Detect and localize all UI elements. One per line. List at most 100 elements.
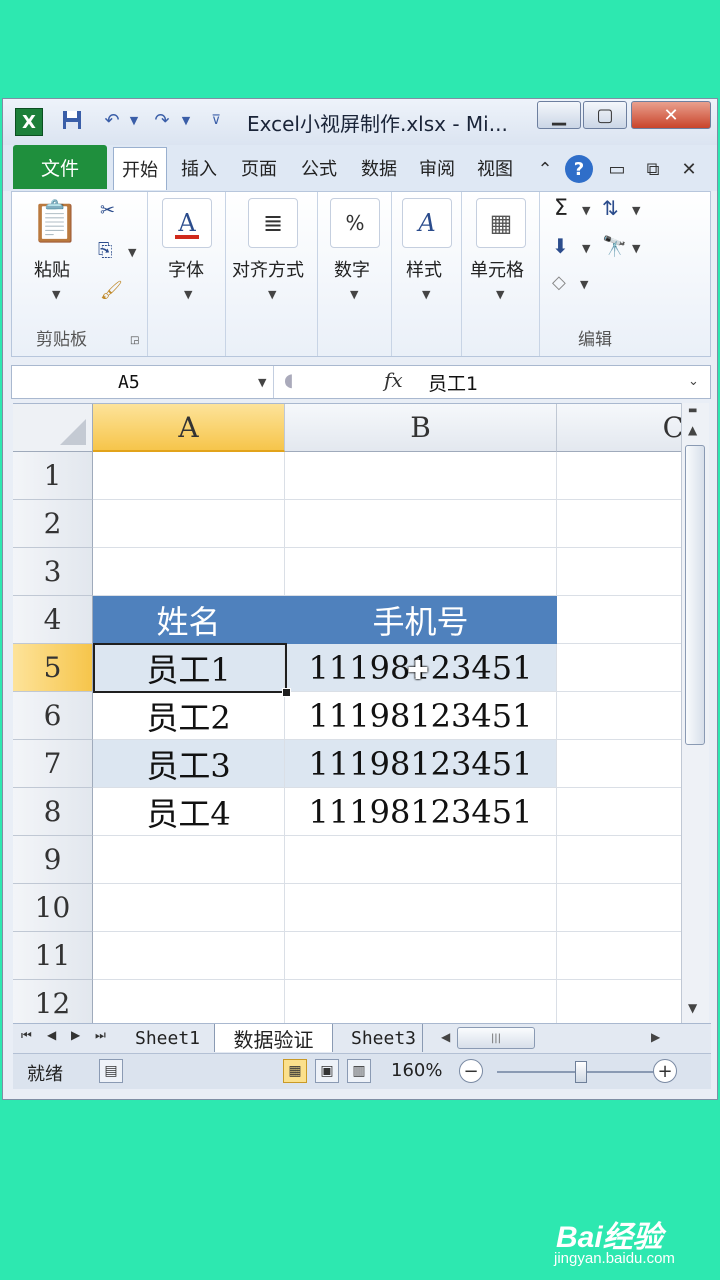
cell-a2[interactable] bbox=[93, 500, 285, 548]
fill-dropdown-icon[interactable]: ▼ bbox=[582, 242, 590, 255]
cell-a3[interactable] bbox=[93, 548, 285, 596]
horizontal-scrollbar[interactable]: ◀ ||| ▶ bbox=[441, 1027, 681, 1049]
cells-icon[interactable]: ▦ bbox=[476, 198, 526, 248]
find-dropdown-icon[interactable]: ▼ bbox=[632, 242, 640, 255]
cell-c12[interactable] bbox=[557, 980, 681, 1024]
macro-record-icon[interactable]: ▤ bbox=[99, 1059, 123, 1083]
page-break-view-button[interactable]: ▥ bbox=[347, 1059, 371, 1083]
copy-icon[interactable]: ⎘ bbox=[98, 240, 112, 261]
scroll-up-icon[interactable]: ▲ bbox=[688, 423, 697, 437]
clear-icon[interactable]: ◇ bbox=[552, 272, 566, 293]
next-sheet-icon[interactable]: ▶ bbox=[71, 1028, 80, 1042]
cell-b3[interactable] bbox=[285, 548, 557, 596]
font-icon[interactable]: A bbox=[162, 198, 212, 248]
cell-a1[interactable] bbox=[93, 452, 285, 500]
cell-c8[interactable] bbox=[557, 788, 681, 836]
cell-b4-header-phone[interactable]: 手机号 bbox=[285, 596, 557, 644]
cell-b12[interactable] bbox=[285, 980, 557, 1024]
cell-c2[interactable] bbox=[557, 500, 681, 548]
cells-dropdown-icon[interactable]: ▼ bbox=[496, 288, 504, 301]
format-painter-icon[interactable]: 🖌 bbox=[100, 280, 123, 301]
cell-c5[interactable] bbox=[557, 644, 681, 692]
font-dropdown-icon[interactable]: ▼ bbox=[184, 288, 192, 301]
cell-c9[interactable] bbox=[557, 836, 681, 884]
excel-app-icon[interactable]: X bbox=[15, 108, 43, 136]
copy-dropdown-icon[interactable]: ▼ bbox=[128, 246, 136, 259]
sort-filter-icon[interactable]: ⇅ bbox=[602, 196, 619, 220]
zoom-level[interactable]: 160% bbox=[391, 1060, 442, 1081]
first-sheet-icon[interactable]: ⏮ bbox=[21, 1028, 32, 1043]
cell-a12[interactable] bbox=[93, 980, 285, 1024]
find-select-icon[interactable]: 🔭 bbox=[602, 234, 627, 258]
clear-dropdown-icon[interactable]: ▼ bbox=[580, 278, 588, 291]
page-layout-view-button[interactable]: ▣ bbox=[315, 1059, 339, 1083]
autosum-dropdown-icon[interactable]: ▼ bbox=[582, 204, 590, 217]
tab-insert[interactable]: 插入 bbox=[173, 151, 225, 185]
cell-b10[interactable] bbox=[285, 884, 557, 932]
row-header-10[interactable]: 10 bbox=[13, 884, 93, 932]
insert-function-icon[interactable]: fx bbox=[384, 368, 403, 392]
paste-icon[interactable]: 📋 bbox=[30, 198, 80, 245]
close-button[interactable]: ✕ bbox=[631, 101, 711, 129]
alignment-label[interactable]: 对齐方式 bbox=[232, 256, 304, 282]
prev-sheet-icon[interactable]: ◀ bbox=[47, 1028, 56, 1042]
cell-a9[interactable] bbox=[93, 836, 285, 884]
row-header-7[interactable]: 7 bbox=[13, 740, 93, 788]
cut-icon[interactable]: ✂ bbox=[100, 200, 115, 221]
styles-label[interactable]: 样式 bbox=[406, 256, 442, 282]
split-box-icon[interactable]: ▬ bbox=[688, 405, 697, 416]
cell-c4[interactable] bbox=[557, 596, 681, 644]
save-icon[interactable] bbox=[59, 107, 85, 133]
cell-a10[interactable] bbox=[93, 884, 285, 932]
fill-handle[interactable] bbox=[282, 688, 291, 697]
vertical-scrollbar[interactable]: ▬ ▲ ▼ bbox=[681, 403, 709, 1023]
cells-label[interactable]: 单元格 bbox=[470, 256, 524, 282]
fill-icon[interactable]: ⬇ bbox=[552, 234, 569, 258]
row-header-1[interactable]: 1 bbox=[13, 452, 93, 500]
percent-icon[interactable]: % bbox=[330, 198, 380, 248]
zoom-slider-thumb[interactable] bbox=[575, 1061, 587, 1083]
row-header-6[interactable]: 6 bbox=[13, 692, 93, 740]
tab-review[interactable]: 审阅 bbox=[411, 151, 463, 185]
tab-view[interactable]: 视图 bbox=[469, 151, 521, 185]
redo-dropdown-icon[interactable]: ▼ bbox=[173, 107, 199, 133]
formula-input[interactable]: 员工1 bbox=[428, 369, 478, 396]
scroll-right-icon[interactable]: ▶ bbox=[651, 1030, 660, 1044]
tab-home[interactable]: 开始 bbox=[113, 147, 167, 190]
cell-c7[interactable] bbox=[557, 740, 681, 788]
doc-restore-icon[interactable]: ⧉ bbox=[639, 155, 667, 183]
row-header-4[interactable]: 4 bbox=[13, 596, 93, 644]
scroll-left-icon[interactable]: ◀ bbox=[441, 1030, 450, 1044]
normal-view-button[interactable]: ▦ bbox=[283, 1059, 307, 1083]
cell-b6[interactable]: 11198123451 bbox=[285, 692, 557, 740]
cell-a7[interactable]: 员工3 bbox=[93, 740, 285, 788]
font-label[interactable]: 字体 bbox=[168, 256, 204, 282]
tab-page[interactable]: 页面 bbox=[233, 151, 285, 185]
paste-dropdown-icon[interactable]: ▼ bbox=[52, 288, 60, 301]
row-header-8[interactable]: 8 bbox=[13, 788, 93, 836]
name-box-dropdown-icon[interactable]: ▼ bbox=[258, 376, 266, 389]
styles-icon[interactable]: A bbox=[402, 198, 452, 248]
column-header-a[interactable]: A bbox=[93, 404, 285, 452]
cell-c1[interactable] bbox=[557, 452, 681, 500]
row-header-11[interactable]: 11 bbox=[13, 932, 93, 980]
cell-b7[interactable]: 11198123451 bbox=[285, 740, 557, 788]
maximize-button[interactable]: ▢ bbox=[583, 101, 627, 129]
column-header-b[interactable]: B bbox=[285, 404, 557, 452]
tab-formulas[interactable]: 公式 bbox=[293, 151, 345, 185]
zoom-in-button[interactable]: + bbox=[653, 1059, 677, 1083]
formula-bar-splitter-icon[interactable]: ◖ bbox=[284, 370, 293, 391]
cell-b11[interactable] bbox=[285, 932, 557, 980]
help-icon[interactable]: ? bbox=[565, 155, 593, 183]
zoom-out-button[interactable]: − bbox=[459, 1059, 483, 1083]
doc-minimize-icon[interactable]: ▭ bbox=[603, 155, 631, 183]
last-sheet-icon[interactable]: ⏭ bbox=[95, 1028, 106, 1043]
customize-qat-icon[interactable]: ⊽ bbox=[203, 107, 229, 133]
cell-c6[interactable] bbox=[557, 692, 681, 740]
sheet-tab-sheet1[interactable]: Sheet1 bbox=[121, 1024, 215, 1052]
align-icon[interactable]: ≣ bbox=[248, 198, 298, 248]
cell-c11[interactable] bbox=[557, 932, 681, 980]
number-label[interactable]: 数字 bbox=[334, 256, 370, 282]
minimize-ribbon-icon[interactable]: ⌃ bbox=[531, 155, 559, 183]
column-header-c[interactable]: C bbox=[557, 404, 681, 452]
